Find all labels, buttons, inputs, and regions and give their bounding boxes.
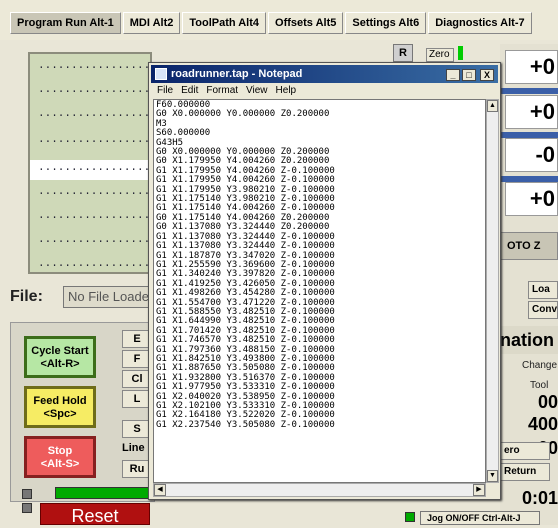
close-button[interactable]: X — [480, 69, 494, 81]
return-button[interactable]: Return — [500, 463, 550, 481]
menu-format[interactable]: Format — [206, 83, 238, 99]
editor-content: F60.000000 G0 X0.000000 Y0.000000 Z0.2000… — [156, 100, 335, 430]
gcode-line: ................. — [38, 60, 151, 72]
feed-hold-button[interactable]: Feed Hold <Spc> — [24, 386, 96, 428]
elapsed-time: 0:01 — [521, 488, 558, 508]
ref-button[interactable]: R — [393, 44, 413, 62]
status-led — [22, 503, 32, 513]
window-title: roadrunner.tap - Notepad — [171, 68, 303, 80]
gcode-line: ................. — [38, 234, 151, 246]
tab-offsets[interactable]: Offsets Alt5 — [268, 12, 344, 34]
gcode-line: ................. — [38, 84, 151, 96]
tab-diagnostics[interactable]: Diagnostics Alt-7 — [428, 12, 532, 34]
scroll-up-icon[interactable]: ▲ — [487, 100, 498, 112]
axis-z-value[interactable]: -0 — [505, 138, 558, 172]
gcode-line: ................. — [38, 186, 151, 198]
file-label: File: — [10, 288, 43, 305]
gcode-line: ................. — [38, 162, 151, 174]
stop-label: Stop <Alt-S> — [40, 445, 80, 470]
tab-mdi[interactable]: MDI Alt2 — [122, 12, 181, 34]
change-label: Change — [522, 360, 558, 371]
gcode-line: ................. — [38, 258, 151, 270]
cycle-start-label: Cycle Start <Alt-R> — [31, 345, 89, 370]
notepad-line: G1 X2.237540 Y3.505080 Z-0.100000 — [156, 419, 335, 430]
maximize-button[interactable]: □ — [462, 69, 476, 81]
axis-a-value[interactable]: +0 — [505, 182, 558, 216]
jog-toggle-button[interactable]: Jog ON/OFF Ctrl-Alt-J — [420, 511, 540, 525]
zero-led — [458, 46, 463, 60]
axis-x-value[interactable]: +0 — [505, 50, 558, 84]
gcode-line: ................. — [38, 108, 151, 120]
zero-button[interactable]: Zero — [426, 48, 454, 62]
notepad-title-bar[interactable]: roadrunner.tap - Notepad _ □ X — [151, 65, 498, 83]
tab-settings[interactable]: Settings Alt6 — [345, 12, 427, 34]
menu-edit[interactable]: Edit — [181, 83, 198, 99]
vertical-scrollbar[interactable]: ▲ ▼ — [486, 99, 499, 483]
feed-hold-label: Feed Hold <Spc> — [33, 395, 87, 420]
menu-view[interactable]: View — [246, 83, 268, 99]
reset-button[interactable]: Reset — [40, 503, 150, 526]
minimize-button[interactable]: _ — [446, 69, 460, 81]
status-led — [22, 489, 32, 499]
notepad-window: roadrunner.tap - Notepad _ □ X File Edit… — [148, 62, 501, 500]
scroll-down-icon[interactable]: ▼ — [487, 470, 498, 482]
section-title: nation — [500, 326, 558, 354]
axis-y-value[interactable]: +0 — [505, 95, 558, 129]
notepad-icon — [155, 68, 167, 80]
load-wizards-button[interactable]: Loa — [528, 281, 558, 299]
menu-file[interactable]: File — [157, 83, 173, 99]
axis-divider — [500, 88, 558, 94]
conversational-button[interactable]: Conv — [528, 301, 558, 319]
goto-z-button[interactable]: OTO Z — [500, 232, 558, 260]
gcode-line: ................. — [38, 210, 151, 222]
notepad-line: G0 X0.000000 Y0.000000 Z0.200000 — [156, 109, 330, 120]
file-field[interactable]: No File Loaded — [63, 286, 153, 308]
jog-led — [405, 512, 415, 522]
cycle-start-button[interactable]: Cycle Start <Alt-R> — [24, 336, 96, 378]
menu-help[interactable]: Help — [276, 83, 297, 99]
feed-value: 400 — [527, 414, 558, 434]
horizontal-scrollbar[interactable]: ◀ ▶ — [153, 483, 486, 497]
scroll-left-icon[interactable]: ◀ — [154, 484, 166, 496]
gcode-display-panel: ................. ................. ....… — [28, 52, 152, 274]
tool-number: 00 — [537, 392, 558, 412]
progress-bar — [55, 487, 151, 499]
resize-grip[interactable] — [486, 483, 499, 497]
stop-button[interactable]: Stop <Alt-S> — [24, 436, 96, 478]
zero-tool-button[interactable]: ero — [500, 442, 550, 460]
tab-program-run[interactable]: Program Run Alt-1 — [10, 12, 121, 34]
tab-toolpath[interactable]: ToolPath Alt4 — [182, 12, 267, 34]
tab-bar: Program Run Alt-1 MDI Alt2 ToolPath Alt4… — [0, 0, 558, 40]
gcode-line: ................. — [38, 134, 151, 146]
menu-bar: File Edit Format View Help — [151, 83, 498, 99]
scroll-right-icon[interactable]: ▶ — [473, 484, 485, 496]
text-editor[interactable]: F60.000000 G0 X0.000000 Y0.000000 Z0.2000… — [153, 99, 486, 483]
